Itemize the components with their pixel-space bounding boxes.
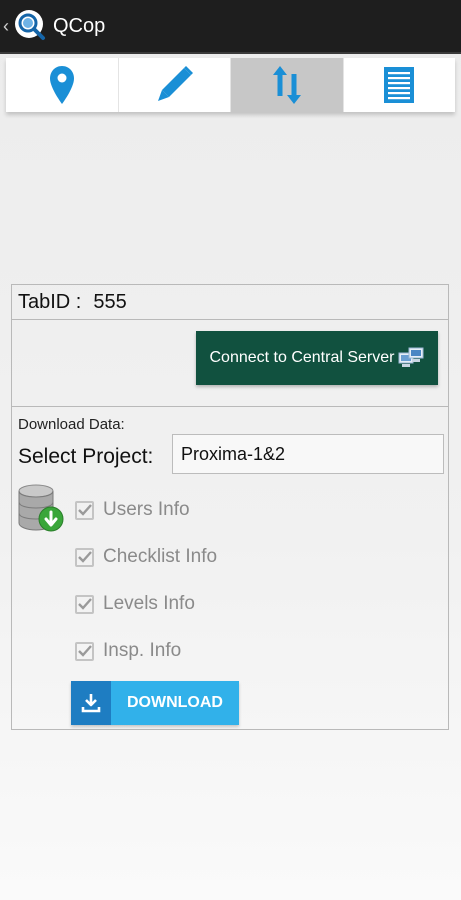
magnifier-logo-icon[interactable] [13,8,49,44]
tabid-label: TabID : [18,290,82,313]
checklist-info-checkbox[interactable]: Checklist Info [75,546,217,568]
checkbox[interactable] [75,547,94,567]
download-data-label: Download Data: [18,416,125,433]
checkbox-label: Insp. Info [103,640,182,661]
project-select[interactable]: Proxima-1&2 [172,434,444,474]
action-bar: ‹ QCop [0,0,461,54]
download-label: DOWNLOAD [111,681,239,725]
app-title: QCop [53,14,106,37]
tabid-value: 555 [93,290,127,313]
sync-panel: TabID : 555 Connect to Central Server Do… [11,284,449,730]
tabid-row: TabID : 555 [12,285,448,320]
connect-server-label: Connect to Central Server [209,349,395,366]
tab-bar [6,58,455,112]
pencil-icon [158,66,194,101]
checkbox-label: Users Info [103,499,190,520]
levels-info-checkbox[interactable]: Levels Info [75,593,195,615]
tab-sync[interactable] [231,58,344,112]
connect-server-button[interactable]: Connect to Central Server [196,331,438,385]
download-button[interactable]: DOWNLOAD [71,681,239,725]
tab-list[interactable] [344,58,456,112]
sync-arrows-icon [272,66,301,104]
users-info-checkbox[interactable]: Users Info [75,499,190,521]
connect-section: Connect to Central Server [12,320,448,407]
tab-location[interactable] [6,58,119,112]
checkbox[interactable] [75,594,94,614]
checkbox-label: Levels Info [103,593,195,614]
location-pin-icon [49,66,74,104]
database-download-icon [18,484,64,532]
download-icon-box [71,681,111,725]
checkbox[interactable] [75,641,94,661]
download-icon [81,694,101,713]
tab-edit[interactable] [119,58,231,112]
insp-info-checkbox[interactable]: Insp. Info [75,640,181,662]
chevron-left-icon[interactable]: ‹ [3,17,11,35]
checkbox-label: Checklist Info [103,546,218,567]
checkmark-icon [77,504,92,516]
checkmark-icon [77,645,92,657]
select-project-label: Select Project: [18,445,154,468]
checkmark-icon [77,551,92,563]
checkmark-icon [77,598,92,610]
checkbox[interactable] [75,500,94,520]
network-computers-icon [398,347,424,367]
list-icon [384,67,415,103]
